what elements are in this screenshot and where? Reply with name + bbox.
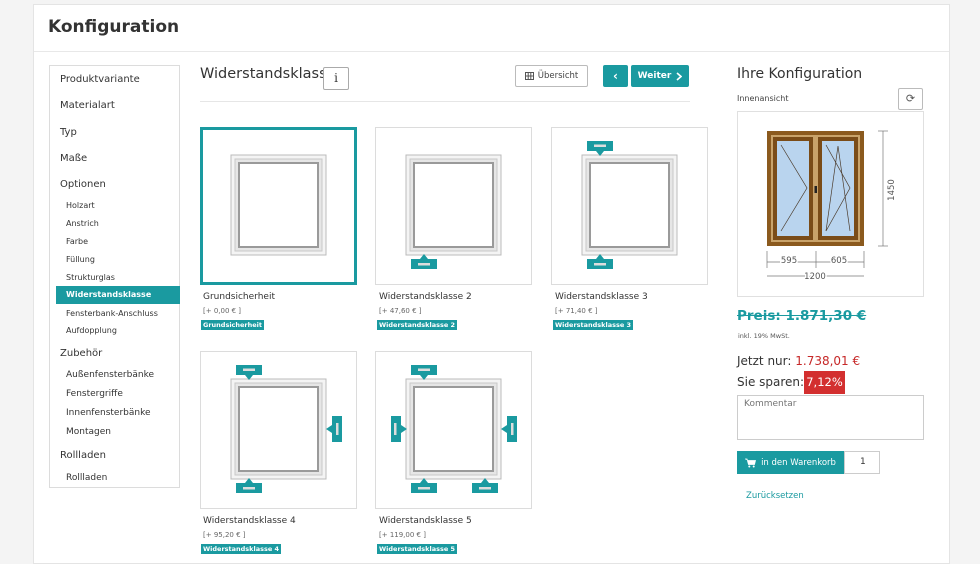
step-title: Widerstandsklasse <box>200 66 336 82</box>
nav-sub-innenfensterbaenke[interactable]: Innenfensterbänke <box>66 408 151 418</box>
nav-sub-holzart[interactable]: Holzart <box>66 201 95 210</box>
lock-marker-icon <box>236 365 262 380</box>
current-price: Jetzt nur: 1.738,01 € <box>737 354 860 368</box>
view-label: Innenansicht <box>737 94 789 103</box>
step-navigation: Produktvariante Materialart Typ Maße Opt… <box>49 65 180 488</box>
nav-item-typ[interactable]: Typ <box>60 127 77 138</box>
option-badge: Widerstandsklasse 5 <box>377 544 458 554</box>
info-icon: i <box>334 71 338 85</box>
option-name: Widerstandsklasse 3 <box>555 292 648 302</box>
next-button[interactable]: Weiter <box>631 65 689 87</box>
window-preview-drawing: 1450 595 605 1200 <box>766 130 897 284</box>
chevron-right-icon <box>676 71 683 81</box>
dimension-left: 595 <box>781 256 797 266</box>
nav-sub-fuellung[interactable]: Füllung <box>66 255 95 264</box>
comment-field[interactable] <box>737 395 924 440</box>
savings-badge: 7,12% <box>804 371 845 394</box>
current-price-value: 1.738,01 € <box>795 354 861 368</box>
option-name: Widerstandsklasse 2 <box>379 292 472 302</box>
nav-item-masse[interactable]: Maße <box>60 153 87 164</box>
option-price: [+ 47,60 € ] <box>379 307 422 315</box>
option-badge: Grundsicherheit <box>201 320 265 330</box>
lock-marker-icon <box>587 254 613 269</box>
lock-marker-icon <box>411 478 437 493</box>
original-price: Preis: 1.871,30 € <box>737 308 867 324</box>
lock-marker-icon <box>411 365 437 380</box>
nav-sub-fenstergriffe[interactable]: Fenstergriffe <box>66 389 123 399</box>
refresh-icon: ⟳ <box>905 92 916 105</box>
nav-item-produktvariante[interactable]: Produktvariante <box>60 74 140 85</box>
option-card-widerstandsklasse-4[interactable] <box>200 351 357 509</box>
option-price: [+ 71,40 € ] <box>555 307 598 315</box>
option-badge: Widerstandsklasse 3 <box>553 320 634 330</box>
nav-sub-strukturglas[interactable]: Strukturglas <box>66 273 115 282</box>
option-price: [+ 119,00 € ] <box>379 531 426 539</box>
nav-sub-montagen[interactable]: Montagen <box>66 427 111 437</box>
window-preview: 1450 595 605 1200 <box>737 111 924 297</box>
add-to-cart-button[interactable]: in den Warenkorb <box>737 451 844 474</box>
dimension-total: 1200 <box>804 272 826 282</box>
next-label: Weiter <box>637 71 672 81</box>
step-divider <box>200 101 690 102</box>
quantity-field[interactable]: 1 <box>844 451 880 474</box>
lock-marker-icon <box>236 478 262 493</box>
lock-marker-icon <box>472 478 498 493</box>
window-frame-icon <box>230 154 327 256</box>
cart-icon <box>745 458 757 467</box>
nav-sub-farbe[interactable]: Farbe <box>66 237 88 246</box>
option-price: [+ 0,00 € ] <box>203 307 242 315</box>
dimension-height: 1450 <box>887 179 897 201</box>
option-price: [+ 95,20 € ] <box>203 531 246 539</box>
option-badge: Widerstandsklasse 4 <box>201 544 282 554</box>
option-badge: Widerstandsklasse 2 <box>377 320 458 330</box>
nav-item-materialart[interactable]: Materialart <box>60 100 115 111</box>
overview-button[interactable]: Übersicht <box>515 65 588 87</box>
lock-marker-icon <box>501 416 517 442</box>
grid-icon <box>524 72 534 80</box>
lock-marker-icon <box>411 254 437 269</box>
overview-label: Übersicht <box>537 71 579 81</box>
configurator-page: Konfiguration Produktvariante Materialar… <box>33 4 950 564</box>
configuration-title: Ihre Konfiguration <box>737 66 863 82</box>
current-price-label: Jetzt nur: <box>737 354 796 368</box>
option-name: Grundsicherheit <box>203 292 275 302</box>
lock-marker-icon <box>587 141 613 156</box>
reset-link[interactable]: Zurücksetzen <box>746 491 804 501</box>
lock-marker-icon <box>391 416 407 442</box>
nav-sub-fensterbank-anschluss[interactable]: Fensterbank-Anschluss <box>66 309 158 318</box>
option-name: Widerstandsklasse 5 <box>379 516 472 526</box>
window-frame-icon <box>405 154 502 269</box>
nav-sub-anstrich[interactable]: Anstrich <box>66 219 99 228</box>
nav-item-optionen[interactable]: Optionen <box>60 179 106 190</box>
window-frame-icon <box>581 141 678 269</box>
vat-note: inkl. 19% MwSt. <box>738 332 790 340</box>
window-frame-icon <box>391 365 517 493</box>
option-card-grundsicherheit[interactable] <box>200 127 357 285</box>
option-card-widerstandsklasse-2[interactable] <box>375 127 532 285</box>
nav-sub-aussenfensterbaenke[interactable]: Außenfensterbänke <box>66 370 154 380</box>
title-divider <box>34 51 949 52</box>
refresh-view-button[interactable]: ⟳ <box>898 88 923 110</box>
lock-marker-icon <box>326 416 342 442</box>
nav-sub-aufdopplung[interactable]: Aufdopplung <box>66 326 117 335</box>
add-to-cart-label: in den Warenkorb <box>761 457 836 468</box>
window-frame-icon <box>230 365 342 493</box>
previous-button[interactable]: ‹ <box>603 65 628 87</box>
nav-sub-rollladen[interactable]: Rollladen <box>66 473 107 483</box>
nav-item-zubehoer[interactable]: Zubehör <box>60 348 102 359</box>
option-card-widerstandsklasse-5[interactable] <box>375 351 532 509</box>
option-name: Widerstandsklasse 4 <box>203 516 296 526</box>
info-button[interactable]: i <box>323 67 349 90</box>
dimension-right: 605 <box>831 256 847 266</box>
nav-sub-widerstandsklasse[interactable]: Widerstandsklasse <box>56 286 180 304</box>
savings-label: Sie sparen: <box>737 375 805 389</box>
option-card-widerstandsklasse-3[interactable] <box>551 127 708 285</box>
page-title: Konfiguration <box>48 17 180 37</box>
chevron-left-icon: ‹ <box>613 69 618 83</box>
nav-item-rollladen[interactable]: Rollladen <box>60 450 106 461</box>
